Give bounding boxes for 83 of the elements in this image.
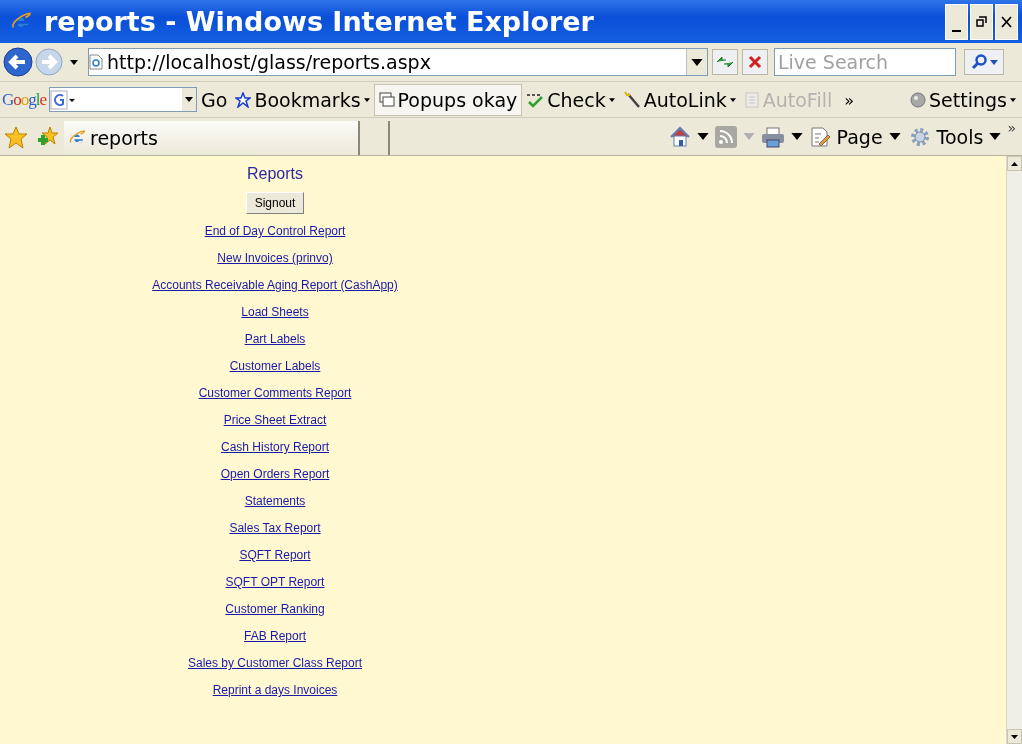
page-title: Reports bbox=[247, 165, 303, 183]
report-link[interactable]: Customer Ranking bbox=[225, 602, 325, 617]
report-link[interactable]: SQFT OPT Report bbox=[225, 575, 325, 590]
favorites-star-icon[interactable] bbox=[4, 126, 28, 150]
radio-icon bbox=[910, 91, 927, 108]
home-button[interactable] bbox=[668, 125, 709, 148]
caret-icon bbox=[185, 97, 194, 102]
window-title: reports - Windows Internet Explorer bbox=[44, 6, 595, 37]
caret-icon bbox=[989, 59, 998, 65]
caret-icon bbox=[363, 97, 370, 102]
caret-icon bbox=[989, 133, 1002, 140]
star-icon bbox=[235, 91, 252, 108]
report-link[interactable]: SQFT Report bbox=[239, 548, 311, 563]
browser-tab[interactable]: reports bbox=[64, 121, 360, 155]
caret-icon bbox=[790, 133, 803, 140]
toolbar-button[interactable]: Popups okay bbox=[373, 83, 523, 116]
stop-button[interactable] bbox=[742, 49, 768, 75]
google-g-icon bbox=[50, 89, 77, 110]
report-link[interactable]: Customer Comments Report bbox=[198, 386, 352, 401]
caret-icon bbox=[742, 133, 755, 140]
refresh-button[interactable] bbox=[712, 49, 738, 75]
page-icon bbox=[808, 125, 831, 148]
command-menu-button[interactable]: Tools bbox=[908, 125, 1002, 148]
toolbar-button[interactable]: AutoLink bbox=[618, 84, 740, 115]
report-link[interactable]: Reprint a days Invoices bbox=[212, 683, 338, 698]
report-link[interactable]: New Invoices (prinvo) bbox=[217, 251, 333, 266]
report-link[interactable]: Open Orders Report bbox=[220, 467, 330, 482]
restore-button[interactable] bbox=[970, 3, 993, 40]
caret-icon bbox=[696, 133, 709, 140]
caret-icon bbox=[70, 59, 78, 65]
wand-icon bbox=[622, 90, 641, 109]
search-button[interactable] bbox=[964, 49, 1004, 75]
toolbar-button[interactable]: Bookmarks bbox=[231, 84, 374, 115]
minimize-button[interactable] bbox=[945, 3, 968, 40]
go-button[interactable]: Go bbox=[197, 84, 232, 115]
report-link[interactable]: Load Sheets bbox=[241, 305, 309, 320]
home-icon bbox=[668, 125, 691, 148]
report-link[interactable]: Price Sheet Extract bbox=[223, 413, 327, 428]
report-link[interactable]: FAB Report bbox=[244, 629, 306, 644]
restore-icon bbox=[976, 16, 987, 27]
address-field[interactable]: http://localhost/glass/reports.aspx bbox=[88, 48, 708, 76]
caret-icon bbox=[608, 97, 615, 102]
minimize-icon bbox=[952, 29, 961, 32]
close-button[interactable] bbox=[995, 3, 1018, 40]
overflow-button[interactable]: » bbox=[1007, 120, 1016, 136]
form-icon bbox=[743, 91, 760, 108]
caret-icon bbox=[1010, 97, 1016, 102]
command-menu-button[interactable]: Page bbox=[808, 125, 901, 148]
google-search-field[interactable] bbox=[49, 87, 198, 112]
report-link[interactable]: Sales Tax Report bbox=[229, 521, 321, 536]
refresh-icon bbox=[716, 55, 734, 69]
address-dropdown[interactable] bbox=[686, 49, 707, 75]
google-logo: Google bbox=[2, 89, 47, 110]
scroll-down-icon bbox=[1011, 734, 1018, 739]
signout-button[interactable]: Signout bbox=[245, 192, 305, 214]
caret-icon bbox=[691, 58, 703, 66]
report-link[interactable]: Statements bbox=[244, 494, 306, 509]
overflow-button[interactable]: » bbox=[836, 85, 863, 116]
toolbar-button[interactable]: Settings bbox=[906, 84, 1020, 115]
printer-icon bbox=[760, 125, 785, 148]
close-icon bbox=[748, 55, 762, 69]
toolbar-button[interactable]: Check bbox=[522, 84, 619, 115]
search-icon bbox=[970, 54, 987, 70]
feed-icon bbox=[714, 125, 737, 148]
print-button[interactable] bbox=[760, 125, 803, 148]
settings-icon bbox=[908, 125, 931, 148]
report-link[interactable]: End of Day Control Report bbox=[204, 224, 346, 239]
caret-icon bbox=[729, 97, 736, 102]
search-field[interactable]: Live Search bbox=[774, 48, 956, 76]
report-link[interactable]: Part Labels bbox=[244, 332, 306, 347]
report-link[interactable]: Cash History Report bbox=[220, 440, 329, 455]
vertical-scrollbar[interactable] bbox=[1006, 156, 1022, 744]
page-icon bbox=[89, 54, 103, 70]
history-dropdown[interactable] bbox=[70, 59, 78, 65]
caret-icon bbox=[888, 133, 901, 140]
report-link[interactable]: Sales by Customer Class Report bbox=[187, 656, 363, 671]
url-text: http://localhost/glass/reports.aspx bbox=[107, 51, 432, 73]
back-button[interactable] bbox=[2, 46, 34, 78]
report-link[interactable]: Customer Labels bbox=[229, 359, 321, 374]
window-icon bbox=[378, 91, 395, 108]
scroll-up-icon bbox=[1011, 161, 1018, 166]
report-link[interactable]: Accounts Receivable Aging Report (CashApp) bbox=[152, 278, 398, 293]
close-icon bbox=[1001, 15, 1012, 28]
